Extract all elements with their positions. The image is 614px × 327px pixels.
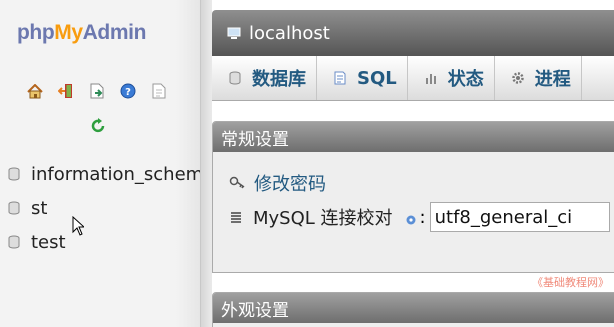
database-name: st <box>31 197 48 219</box>
collation-colon: : <box>419 206 426 228</box>
password-icon <box>229 176 245 189</box>
database-item-information-schema[interactable]: information_schema <box>8 157 200 191</box>
database-name: information_schema <box>31 163 200 185</box>
database-icon <box>8 167 20 181</box>
reload-icon[interactable] <box>89 117 107 135</box>
svg-text:?: ? <box>125 87 131 98</box>
database-list: information_schema st test <box>8 157 200 259</box>
tab-processes[interactable]: 进程 <box>495 56 582 100</box>
documentation-icon[interactable] <box>150 82 168 100</box>
logo-admin: Admin <box>82 21 147 44</box>
home-icon[interactable] <box>26 82 44 100</box>
query-window-icon[interactable] <box>88 82 106 100</box>
logo-my: My <box>54 21 83 44</box>
phpmyadmin-logo[interactable]: phpMyAdmin <box>17 21 146 45</box>
database-item-st[interactable]: st <box>8 191 200 225</box>
database-item-test[interactable]: test <box>8 225 200 259</box>
logo-php: php <box>17 21 55 44</box>
panel-title: 外观设置 <box>221 300 289 321</box>
change-password-label: 修改密码 <box>254 174 326 195</box>
status-icon <box>425 74 436 84</box>
server-name: localhost <box>249 22 330 44</box>
docs-help-icon[interactable]: ? <box>119 82 137 100</box>
tab-sql[interactable]: SQL <box>317 56 408 100</box>
tab-label: 进程 <box>534 69 571 90</box>
tab-label: 状态 <box>447 69 484 90</box>
database-icon <box>229 71 241 85</box>
gear-icon <box>512 72 524 84</box>
server-breadcrumb[interactable]: localhost <box>212 10 614 56</box>
list-icon <box>231 212 241 223</box>
sql-icon <box>334 71 346 85</box>
collation-label: MySQL 连接校对 <box>253 208 393 229</box>
database-icon <box>8 235 20 249</box>
collation-row: MySQL 连接校对 : utf8_general_ci <box>229 202 610 232</box>
appearance-settings-panel: 外观设置 <box>212 292 614 327</box>
exit-icon[interactable] <box>57 82 75 100</box>
tab-label: 数据库 <box>252 69 306 90</box>
frame-divider[interactable] <box>200 0 212 327</box>
watermark: 《基础教程网》 <box>532 276 609 289</box>
server-icon <box>227 27 241 39</box>
database-name: test <box>31 231 66 253</box>
main-tabs: 数据库 SQL 状态 进程 <box>212 56 614 101</box>
tab-label: SQL <box>357 67 397 89</box>
tab-databases[interactable]: 数据库 <box>212 56 317 100</box>
database-icon <box>8 201 20 215</box>
collation-select[interactable]: utf8_general_ci <box>429 202 610 232</box>
change-password-link[interactable]: 修改密码 <box>229 170 326 196</box>
panel-header: 外观设置 <box>213 293 614 323</box>
panel-title: 常规设置 <box>221 129 289 150</box>
panel-header: 常规设置 <box>213 122 614 152</box>
navigation-icon-bar: ? <box>26 82 168 100</box>
help-icon[interactable] <box>406 215 416 225</box>
general-settings-panel: 常规设置 修改密码 MySQL 连接校对 : utf8_general_ci <box>212 121 614 273</box>
tab-status[interactable]: 状态 <box>408 56 495 100</box>
mouse-cursor-icon <box>72 216 84 236</box>
main-frame: localhost 数据库 SQL 状态 进程 常规设置 修改密码 MySQL … <box>212 0 614 327</box>
navigation-frame: phpMyAdmin ? information_schema st test <box>0 0 200 327</box>
